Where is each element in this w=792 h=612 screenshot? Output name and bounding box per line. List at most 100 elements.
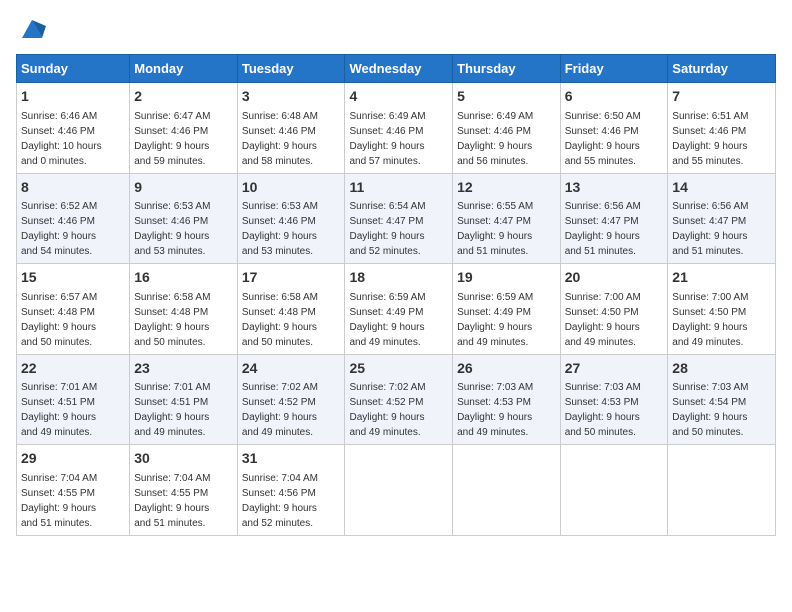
day-number: 17 [242, 268, 341, 288]
calendar-week-row: 29 Sunrise: 7:04 AM Sunset: 4:55 PM Dayli… [17, 445, 776, 536]
day-info: Sunrise: 7:01 AM Sunset: 4:51 PM Dayligh… [134, 382, 210, 438]
day-number: 24 [242, 359, 341, 379]
day-number: 23 [134, 359, 233, 379]
day-number: 29 [21, 449, 125, 469]
logo-icon [18, 16, 46, 44]
calendar-cell: 10 Sunrise: 6:53 AM Sunset: 4:46 PM Dayli… [237, 173, 345, 264]
logo [16, 16, 46, 44]
calendar-cell: 19 Sunrise: 6:59 AM Sunset: 4:49 PM Dayli… [453, 264, 561, 355]
day-number: 21 [672, 268, 771, 288]
calendar-cell [453, 445, 561, 536]
day-number: 8 [21, 178, 125, 198]
column-header-wednesday: Wednesday [345, 55, 453, 83]
calendar-cell: 1 Sunrise: 6:46 AM Sunset: 4:46 PM Daylig… [17, 83, 130, 174]
day-number: 2 [134, 87, 233, 107]
day-number: 25 [349, 359, 448, 379]
day-number: 14 [672, 178, 771, 198]
day-number: 27 [565, 359, 664, 379]
day-info: Sunrise: 7:02 AM Sunset: 4:52 PM Dayligh… [242, 382, 318, 438]
day-number: 4 [349, 87, 448, 107]
day-number: 20 [565, 268, 664, 288]
day-number: 28 [672, 359, 771, 379]
day-info: Sunrise: 7:03 AM Sunset: 4:53 PM Dayligh… [565, 382, 641, 438]
day-info: Sunrise: 6:53 AM Sunset: 4:46 PM Dayligh… [242, 201, 318, 257]
day-info: Sunrise: 7:04 AM Sunset: 4:55 PM Dayligh… [134, 473, 210, 529]
calendar-cell [668, 445, 776, 536]
day-info: Sunrise: 6:48 AM Sunset: 4:46 PM Dayligh… [242, 111, 318, 167]
day-info: Sunrise: 6:55 AM Sunset: 4:47 PM Dayligh… [457, 201, 533, 257]
day-info: Sunrise: 6:57 AM Sunset: 4:48 PM Dayligh… [21, 292, 97, 348]
calendar-cell: 28Sunrise: 7:03 AM Sunset: 4:54 PM Dayli… [668, 354, 776, 445]
day-number: 16 [134, 268, 233, 288]
day-number: 6 [565, 87, 664, 107]
day-info: Sunrise: 6:59 AM Sunset: 4:49 PM Dayligh… [457, 292, 533, 348]
calendar-cell: 6 Sunrise: 6:50 AM Sunset: 4:46 PM Daylig… [560, 83, 668, 174]
calendar-cell: 26 Sunrise: 7:03 AM Sunset: 4:53 PM Dayli… [453, 354, 561, 445]
calendar-cell: 8 Sunrise: 6:52 AM Sunset: 4:46 PM Daylig… [17, 173, 130, 264]
calendar-cell: 2 Sunrise: 6:47 AM Sunset: 4:46 PM Daylig… [130, 83, 238, 174]
day-info: Sunrise: 7:00 AM Sunset: 4:50 PM Dayligh… [565, 292, 641, 348]
column-header-tuesday: Tuesday [237, 55, 345, 83]
day-number: 11 [349, 178, 448, 198]
day-number: 22 [21, 359, 125, 379]
day-info: Sunrise: 6:59 AM Sunset: 4:49 PM Dayligh… [349, 292, 425, 348]
day-number: 13 [565, 178, 664, 198]
day-info: Sunrise: 6:56 AM Sunset: 4:47 PM Dayligh… [565, 201, 641, 257]
calendar-cell: 20 Sunrise: 7:00 AM Sunset: 4:50 PM Dayli… [560, 264, 668, 355]
day-number: 15 [21, 268, 125, 288]
day-info: Sunrise: 6:52 AM Sunset: 4:46 PM Dayligh… [21, 201, 97, 257]
calendar-cell [345, 445, 453, 536]
day-info: Sunrise: 7:04 AM Sunset: 4:55 PM Dayligh… [21, 473, 97, 529]
day-number: 31 [242, 449, 341, 469]
calendar-cell: 12 Sunrise: 6:55 AM Sunset: 4:47 PM Dayli… [453, 173, 561, 264]
day-number: 9 [134, 178, 233, 198]
calendar-cell: 4 Sunrise: 6:49 AM Sunset: 4:46 PM Daylig… [345, 83, 453, 174]
calendar-cell: 18Sunrise: 6:59 AM Sunset: 4:49 PM Dayli… [345, 264, 453, 355]
calendar-cell: 14Sunrise: 6:56 AM Sunset: 4:47 PM Dayli… [668, 173, 776, 264]
day-info: Sunrise: 6:58 AM Sunset: 4:48 PM Dayligh… [242, 292, 318, 348]
calendar-week-row: 22 Sunrise: 7:01 AM Sunset: 4:51 PM Dayli… [17, 354, 776, 445]
calendar-cell: 23 Sunrise: 7:01 AM Sunset: 4:51 PM Dayli… [130, 354, 238, 445]
calendar-cell: 25 Sunrise: 7:02 AM Sunset: 4:52 PM Dayli… [345, 354, 453, 445]
column-header-sunday: Sunday [17, 55, 130, 83]
day-number: 3 [242, 87, 341, 107]
day-number: 19 [457, 268, 556, 288]
day-info: Sunrise: 7:04 AM Sunset: 4:56 PM Dayligh… [242, 473, 318, 529]
calendar-cell: 30 Sunrise: 7:04 AM Sunset: 4:55 PM Dayli… [130, 445, 238, 536]
calendar-cell: 29 Sunrise: 7:04 AM Sunset: 4:55 PM Dayli… [17, 445, 130, 536]
day-info: Sunrise: 7:03 AM Sunset: 4:53 PM Dayligh… [457, 382, 533, 438]
column-header-friday: Friday [560, 55, 668, 83]
calendar-cell: 7 Sunrise: 6:51 AM Sunset: 4:46 PM Daylig… [668, 83, 776, 174]
day-info: Sunrise: 6:51 AM Sunset: 4:46 PM Dayligh… [672, 111, 748, 167]
calendar-cell: 15 Sunrise: 6:57 AM Sunset: 4:48 PM Dayli… [17, 264, 130, 355]
day-info: Sunrise: 7:02 AM Sunset: 4:52 PM Dayligh… [349, 382, 425, 438]
calendar-cell: 24 Sunrise: 7:02 AM Sunset: 4:52 PM Dayli… [237, 354, 345, 445]
day-info: Sunrise: 6:50 AM Sunset: 4:46 PM Dayligh… [565, 111, 641, 167]
calendar-cell: 17 Sunrise: 6:58 AM Sunset: 4:48 PM Dayli… [237, 264, 345, 355]
calendar-cell: 16 Sunrise: 6:58 AM Sunset: 4:48 PM Dayli… [130, 264, 238, 355]
calendar-week-row: 8 Sunrise: 6:52 AM Sunset: 4:46 PM Daylig… [17, 173, 776, 264]
day-number: 1 [21, 87, 125, 107]
calendar-cell: 5Sunrise: 6:49 AM Sunset: 4:46 PM Daylig… [453, 83, 561, 174]
day-number: 26 [457, 359, 556, 379]
calendar-cell: 31 Sunrise: 7:04 AM Sunset: 4:56 PM Dayli… [237, 445, 345, 536]
day-info: Sunrise: 6:46 AM Sunset: 4:46 PM Dayligh… [21, 111, 102, 167]
calendar-cell [560, 445, 668, 536]
column-header-saturday: Saturday [668, 55, 776, 83]
day-info: Sunrise: 6:49 AM Sunset: 4:46 PM Dayligh… [349, 111, 425, 167]
day-number: 30 [134, 449, 233, 469]
calendar-cell: 21 Sunrise: 7:00 AM Sunset: 4:50 PM Dayli… [668, 264, 776, 355]
day-info: Sunrise: 6:58 AM Sunset: 4:48 PM Dayligh… [134, 292, 210, 348]
calendar-week-row: 1 Sunrise: 6:46 AM Sunset: 4:46 PM Daylig… [17, 83, 776, 174]
day-info: Sunrise: 6:47 AM Sunset: 4:46 PM Dayligh… [134, 111, 210, 167]
column-header-monday: Monday [130, 55, 238, 83]
day-info: Sunrise: 7:00 AM Sunset: 4:50 PM Dayligh… [672, 292, 748, 348]
day-number: 7 [672, 87, 771, 107]
calendar-cell: 13 Sunrise: 6:56 AM Sunset: 4:47 PM Dayli… [560, 173, 668, 264]
day-info: Sunrise: 6:49 AM Sunset: 4:46 PM Dayligh… [457, 111, 533, 167]
day-info: Sunrise: 6:53 AM Sunset: 4:46 PM Dayligh… [134, 201, 210, 257]
day-number: 10 [242, 178, 341, 198]
calendar-cell: 22Sunrise: 7:01 AM Sunset: 4:51 PM Dayli… [17, 354, 130, 445]
day-number: 12 [457, 178, 556, 198]
calendar-cell: 11Sunrise: 6:54 AM Sunset: 4:47 PM Dayli… [345, 173, 453, 264]
